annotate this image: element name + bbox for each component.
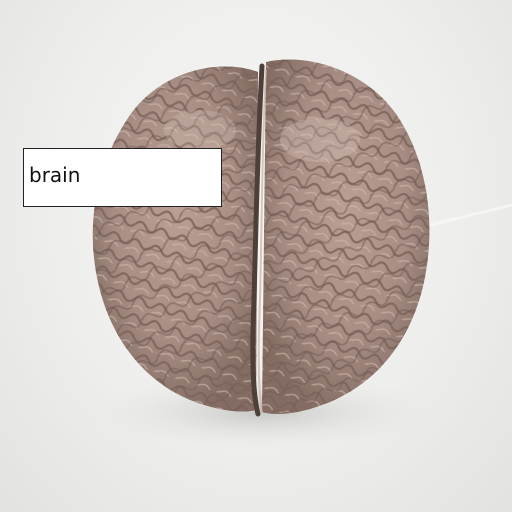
right-highlight xyxy=(280,118,360,162)
table-edge-line xyxy=(429,203,512,227)
object-label: brain xyxy=(23,148,222,207)
brain-photo xyxy=(87,59,512,450)
photo-stage: brain xyxy=(0,0,512,512)
left-highlight xyxy=(164,110,236,150)
right-hemisphere-folds-2 xyxy=(262,59,430,414)
